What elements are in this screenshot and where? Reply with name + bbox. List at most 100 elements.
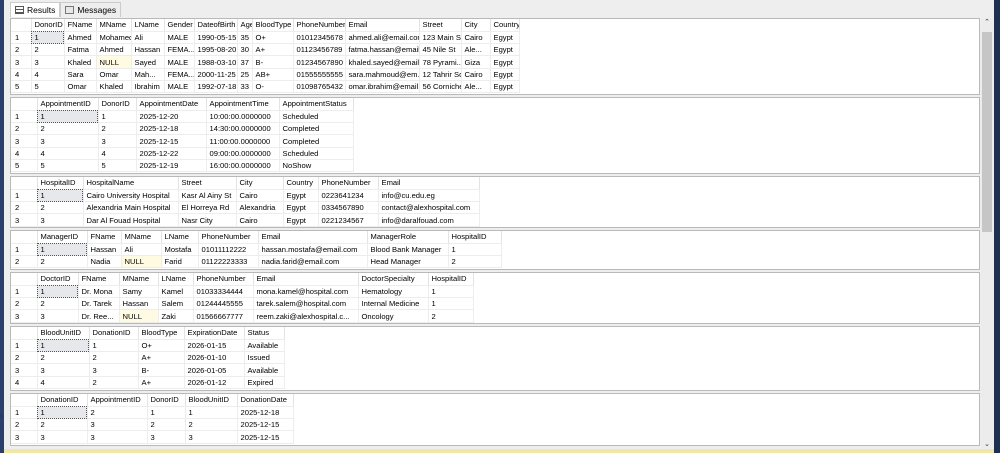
cell[interactable]: Hassan xyxy=(119,297,159,311)
column-header[interactable]: ManagerID xyxy=(37,231,88,244)
cell[interactable]: 1 xyxy=(428,297,474,311)
cell[interactable]: mona.kamel@hospital.com xyxy=(253,285,359,299)
column-header[interactable]: Email xyxy=(378,177,480,190)
cell[interactable]: Ale... xyxy=(461,80,491,94)
cell[interactable]: 1 xyxy=(37,406,88,420)
cell[interactable]: tarek.salem@hospital.com xyxy=(253,297,359,311)
cell[interactable]: Mohamed xyxy=(96,31,132,45)
row-number[interactable]: 2 xyxy=(11,297,38,311)
column-header[interactable]: AppointmentID xyxy=(87,394,148,407)
cell[interactable]: Egypt xyxy=(490,68,520,81)
row-number[interactable]: 2 xyxy=(11,351,38,365)
column-header[interactable]: HospitalName xyxy=(83,177,179,190)
column-header[interactable]: Age xyxy=(237,19,253,32)
cell[interactable]: 1 xyxy=(31,31,65,45)
corner-cell[interactable] xyxy=(11,394,38,407)
row-number[interactable]: 5 xyxy=(11,80,32,94)
cell[interactable]: 2 xyxy=(448,255,502,269)
cell[interactable]: 12 Tahrir Sq xyxy=(419,68,462,81)
tab-results[interactable]: Results xyxy=(10,2,61,17)
cell[interactable]: Ali xyxy=(131,31,165,45)
scroll-up-icon[interactable]: ⌃ xyxy=(981,18,993,26)
cell[interactable]: 01122223333 xyxy=(198,255,259,269)
cell[interactable]: 01098765432 xyxy=(293,80,346,94)
cell[interactable]: 1995-08-20 xyxy=(194,43,238,57)
corner-cell[interactable] xyxy=(11,98,38,111)
cell[interactable]: 2 xyxy=(87,406,148,420)
column-header[interactable]: DonationID xyxy=(37,394,88,407)
cell[interactable]: Kamel xyxy=(158,285,194,299)
cell[interactable]: Zaki xyxy=(158,309,194,323)
vertical-scrollbar[interactable]: ⌃ ⌄ xyxy=(981,18,993,448)
cell[interactable]: FEMA... xyxy=(164,68,195,81)
cell[interactable]: NULL xyxy=(121,255,162,269)
cell[interactable]: Ibrahim xyxy=(131,80,165,94)
row-number[interactable]: 2 xyxy=(11,255,38,269)
cell[interactable]: 3 xyxy=(31,55,65,69)
cell[interactable]: O- xyxy=(252,80,294,94)
cell[interactable]: Dr. Mona xyxy=(78,285,120,299)
cell[interactable]: 1 xyxy=(147,406,186,420)
cell[interactable]: 01566667777 xyxy=(193,309,254,323)
cell[interactable]: Oncology xyxy=(358,309,429,323)
cell[interactable]: Internal Medicine xyxy=(358,297,429,311)
column-header[interactable]: PhoneNumber xyxy=(193,273,254,286)
cell[interactable]: Hassan xyxy=(131,43,165,57)
cell[interactable]: Khaled xyxy=(64,55,97,69)
cell[interactable]: 01123456789 xyxy=(293,43,346,57)
cell[interactable]: 2 xyxy=(37,351,90,365)
column-header[interactable]: FName xyxy=(78,273,120,286)
cell[interactable]: 1 xyxy=(37,285,79,299)
cell[interactable]: Sara xyxy=(64,68,97,81)
cell[interactable]: Scheduled xyxy=(279,110,354,124)
cell[interactable]: 3 xyxy=(185,430,238,444)
row-number[interactable]: 3 xyxy=(11,55,32,69)
cell[interactable]: 2026-01-05 xyxy=(184,363,245,377)
cell[interactable]: 0223641234 xyxy=(318,189,379,203)
cell[interactable]: Cairo University Hospital xyxy=(83,189,179,203)
cell[interactable]: 3 xyxy=(37,430,88,444)
cell[interactable]: 2025-12-19 xyxy=(136,159,207,173)
column-header[interactable]: BloodType xyxy=(138,327,185,340)
column-header[interactable]: DonationID xyxy=(89,327,139,340)
column-header[interactable]: BloodUnitID xyxy=(185,394,238,407)
column-header[interactable]: Email xyxy=(258,231,368,244)
cell[interactable]: Nadia xyxy=(87,255,122,269)
cell[interactable]: Egypt xyxy=(283,201,319,215)
cell[interactable]: Blood Bank Manager xyxy=(367,243,449,257)
cell[interactable]: 2025-12-15 xyxy=(136,134,207,148)
corner-cell[interactable] xyxy=(11,231,38,244)
cell[interactable]: 2 xyxy=(185,418,238,432)
cell[interactable]: 3 xyxy=(37,213,84,227)
cell[interactable]: NoShow xyxy=(279,159,354,173)
cell[interactable]: Available xyxy=(244,339,285,353)
cell[interactable]: 2 xyxy=(37,297,79,311)
cell[interactable]: 1988-03-10 xyxy=(194,55,238,69)
cell[interactable]: 2025-12-18 xyxy=(237,406,294,420)
cell[interactable]: 3 xyxy=(87,418,148,432)
column-header[interactable]: LName xyxy=(131,19,165,32)
corner-cell[interactable] xyxy=(11,177,38,190)
collapse-splitter-icon[interactable]: ‹ xyxy=(0,410,3,420)
cell[interactable]: Giza xyxy=(461,55,491,69)
cell[interactable]: MALE xyxy=(164,55,195,69)
column-header[interactable]: Gender xyxy=(164,19,195,32)
cell[interactable]: 1 xyxy=(428,285,474,299)
column-header[interactable]: Country xyxy=(283,177,319,190)
cell[interactable]: sara.mahmoud@em... xyxy=(345,68,420,81)
cell[interactable]: 78 Pyrami... xyxy=(419,55,462,69)
scroll-down-icon[interactable]: ⌄ xyxy=(981,440,993,448)
cell[interactable]: 2000-11-25 xyxy=(194,68,238,81)
row-number[interactable]: 2 xyxy=(11,201,38,215)
cell[interactable]: 3 xyxy=(37,309,79,323)
cell[interactable]: Cairo xyxy=(236,213,284,227)
column-header[interactable]: PhoneNumber xyxy=(318,177,379,190)
cell[interactable]: AB+ xyxy=(252,68,294,81)
row-number[interactable]: 1 xyxy=(11,285,38,299)
cell[interactable]: 5 xyxy=(98,159,137,173)
cell[interactable]: A+ xyxy=(138,351,185,365)
cell[interactable]: 2026-01-15 xyxy=(184,339,245,353)
cell[interactable]: 2 xyxy=(428,309,474,323)
cell[interactable]: Fatma xyxy=(64,43,97,57)
cell[interactable]: omar.ibrahim@email... xyxy=(345,80,420,94)
